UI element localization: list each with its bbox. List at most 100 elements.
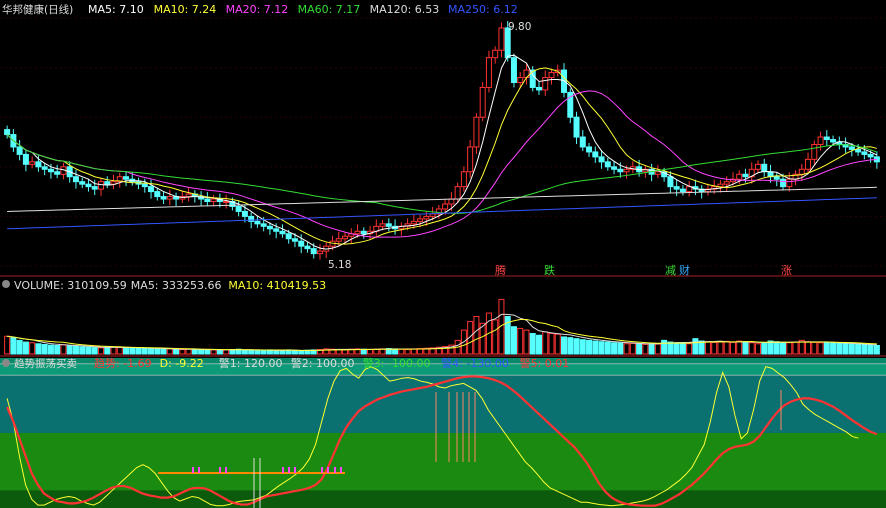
volume-bar-135 (848, 343, 855, 355)
volume-bar-10 (66, 345, 73, 355)
candle-body-87 (548, 72, 555, 79)
volume-bar-30 (191, 349, 198, 355)
volume-bar-88 (554, 333, 561, 355)
volume-bar-23 (148, 348, 155, 355)
candle-body-123 (773, 176, 780, 180)
volume-bar-22 (141, 347, 148, 355)
volume-bar-27 (173, 348, 180, 355)
candle-body-120 (754, 163, 761, 170)
candle-body-96 (604, 161, 611, 168)
candle-body-93 (586, 146, 593, 153)
indicator-band-4 (0, 490, 886, 508)
candle-body-2 (16, 146, 23, 155)
candle-body-129 (811, 143, 818, 160)
volume-bar-19 (123, 347, 130, 355)
volume-bar-90 (567, 337, 574, 355)
candle-body-46 (291, 238, 298, 242)
candle-body-7 (47, 168, 54, 173)
event-tag-2: 减 (665, 264, 676, 277)
candle-body-24 (154, 191, 161, 198)
volume-bar-6 (41, 343, 48, 355)
volume-bar-103 (648, 343, 655, 355)
candle-body-121 (761, 163, 768, 173)
candle-body-117 (736, 173, 743, 180)
ma-label-5: MA250: 6.12 (448, 3, 518, 16)
candle-body-33 (210, 198, 217, 203)
candle-body-43 (273, 228, 280, 232)
candle-body-98 (617, 168, 624, 173)
indicator-title: 趋势振荡买卖 (14, 357, 77, 370)
volume-bar-85 (535, 334, 542, 355)
ma-label-0: MA5: 7.10 (88, 3, 144, 16)
indicator-label-4: 警3: -100.00 (363, 356, 431, 370)
volume-bar-102 (642, 343, 649, 355)
candle-body-135 (848, 146, 855, 150)
volume-bar-4 (29, 342, 36, 355)
candle-body-40 (254, 220, 261, 225)
candle-body-57 (360, 230, 367, 235)
volume-bar-106 (667, 341, 674, 355)
volume-bar-59 (373, 348, 380, 355)
candle-body-130 (817, 136, 824, 145)
candle-body-74 (467, 146, 474, 173)
volume-bar-91 (573, 338, 580, 355)
candle-body-56 (354, 230, 361, 235)
volume-bar-118 (742, 341, 749, 355)
chart-title: 华邦健康(日线) (2, 3, 73, 16)
volume-bar-14 (91, 347, 98, 355)
volume-bar-86 (542, 331, 549, 355)
candle-body-70 (442, 203, 449, 210)
volume-bar-119 (748, 342, 755, 355)
candle-body-38 (241, 210, 248, 217)
candle-body-81 (510, 57, 517, 83)
candle-body-92 (579, 136, 586, 148)
indicator-collapse-icon[interactable] (2, 359, 10, 367)
volume-bar-93 (586, 339, 593, 355)
volume-bar-34 (216, 349, 223, 355)
volume-label-2: MA10: 410419.53 (228, 279, 326, 292)
candle-body-131 (823, 136, 830, 141)
volume-bar-13 (85, 346, 92, 355)
volume-bar-104 (654, 343, 661, 355)
volume-bar-65 (410, 348, 417, 355)
volume-bar-47 (298, 350, 305, 355)
candle-body-50 (316, 250, 323, 255)
volume-bar-111 (698, 340, 705, 355)
candle-body-107 (673, 186, 680, 190)
candle-body-76 (479, 86, 486, 118)
candle-body-137 (861, 151, 868, 155)
candle-body-66 (417, 218, 424, 222)
volume-bar-33 (210, 349, 217, 355)
candle-body-12 (79, 181, 86, 185)
candle-body-114 (717, 183, 724, 188)
volume-bar-131 (823, 341, 830, 355)
candle-body-85 (535, 86, 542, 91)
volume-bar-100 (629, 342, 636, 355)
candle-body-132 (830, 139, 837, 143)
volume-bar-112 (704, 341, 711, 355)
volume-bar-94 (592, 340, 599, 355)
volume-bar-12 (79, 346, 86, 355)
volume-bar-35 (223, 349, 230, 355)
candle-body-45 (285, 233, 292, 240)
candle-body-73 (460, 171, 467, 188)
candle-body-138 (867, 153, 874, 158)
volume-label-0: VOLUME: 310109.59 (14, 279, 127, 292)
candle-body-99 (623, 168, 630, 173)
volume-bar-101 (636, 343, 643, 355)
volume-bar-114 (717, 341, 724, 355)
candle-body-15 (97, 181, 104, 190)
candle-body-77 (485, 57, 492, 88)
candle-body-72 (454, 186, 461, 200)
candle-body-104 (654, 171, 661, 175)
volume-bar-128 (805, 341, 812, 355)
volume-bar-46 (291, 350, 298, 355)
volume-bar-58 (367, 349, 374, 355)
event-tag-1: 跌 (544, 263, 555, 277)
candle-body-23 (148, 186, 155, 193)
volume-bar-113 (711, 341, 718, 355)
candle-body-14 (91, 186, 98, 190)
volume-collapse-icon[interactable] (2, 280, 10, 288)
low-price-label: 5.18 (328, 259, 351, 271)
volume-bar-43 (273, 350, 280, 355)
